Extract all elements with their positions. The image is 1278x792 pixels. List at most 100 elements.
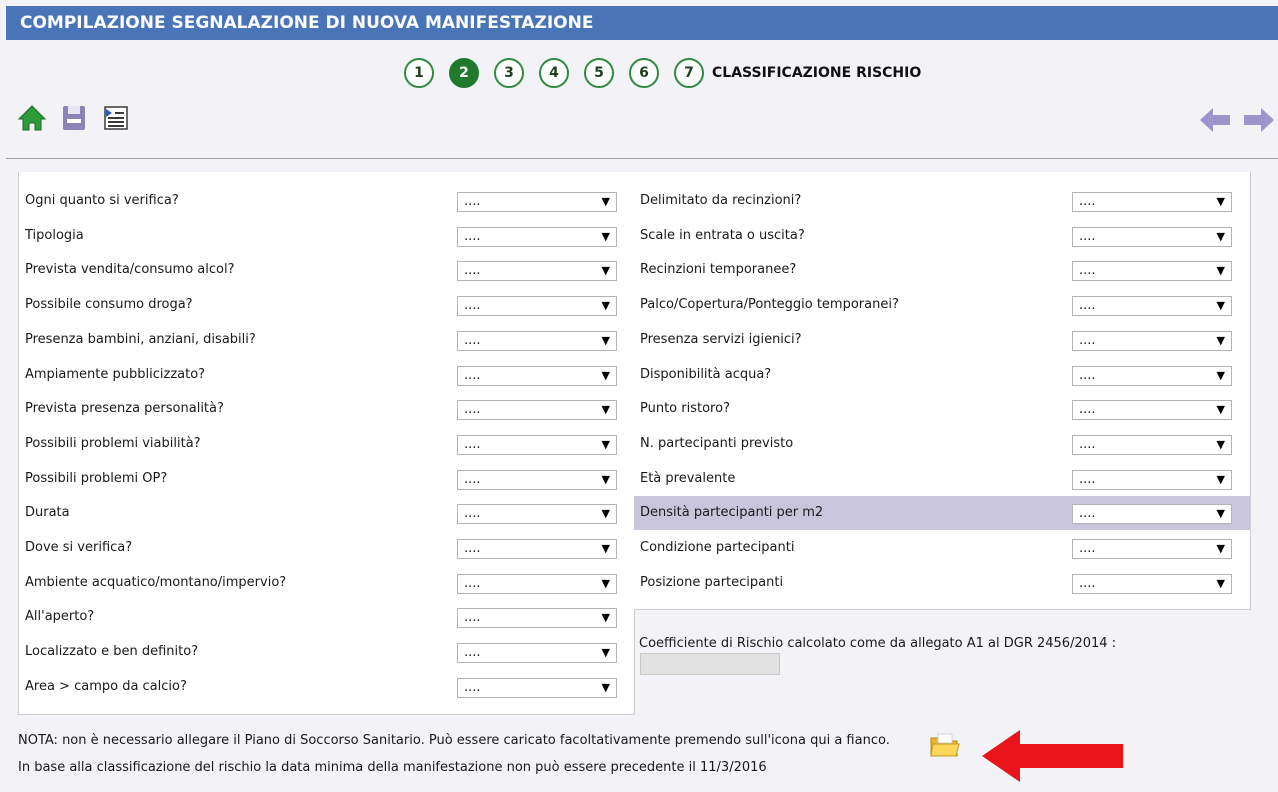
field-label: Punto ristoro? [640, 401, 730, 417]
select-value: .... [1079, 506, 1096, 522]
chevron-down-icon: ▼ [1216, 299, 1225, 313]
field-select[interactable]: .... ▼ [457, 469, 617, 490]
chevron-down-icon: ▼ [601, 576, 610, 590]
field-select[interactable]: .... ▼ [457, 365, 617, 386]
form-row: Prevista presenza personalità?.... ▼ [19, 392, 634, 426]
field-select[interactable]: .... ▼ [1072, 573, 1232, 594]
field-select[interactable]: .... ▼ [457, 226, 617, 247]
field-label: Delimitato da recinzioni? [640, 193, 802, 208]
select-value: .... [464, 402, 481, 418]
annotation-arrow-icon [982, 730, 1123, 782]
field-select[interactable]: .... ▼ [1072, 365, 1232, 386]
step-7[interactable]: 7 [674, 58, 704, 88]
select-value: .... [1079, 367, 1096, 383]
form-row: Scale in entrata o uscita?.... ▼ [634, 219, 1250, 253]
field-label: Età prevalente [640, 470, 736, 486]
field-select[interactable]: .... ▼ [457, 296, 617, 317]
select-value: .... [464, 298, 481, 314]
select-value: .... [464, 645, 481, 661]
select-value: .... [464, 367, 481, 383]
field-label: Ampiamente pubblicizzato? [25, 366, 206, 382]
form-row: Ampiamente pubblicizzato? .... ▼ [19, 358, 634, 392]
field-select[interactable]: .... ▼ [1072, 226, 1232, 247]
select-value: .... [1079, 575, 1096, 591]
field-select[interactable]: .... ▼ [1072, 261, 1232, 282]
field-select[interactable]: .... ▼ [457, 608, 617, 629]
field-select[interactable]: .... ▼ [457, 643, 617, 664]
form-row: All'aperto?.... ▼ [19, 600, 634, 634]
form-row: Durata.... ▼ [19, 496, 634, 530]
chevron-down-icon: ▼ [601, 403, 610, 417]
field-select[interactable]: .... ▼ [457, 192, 617, 212]
select-value: .... [1079, 471, 1096, 487]
chevron-down-icon: ▼ [1216, 472, 1225, 486]
arrow-left-icon[interactable] [1200, 108, 1230, 132]
step-3[interactable]: 3 [494, 58, 524, 88]
field-label: Disponibilità acqua? [640, 366, 772, 382]
field-select[interactable]: .... ▼ [1072, 400, 1232, 421]
field-label: N. partecipanti previsto [640, 435, 794, 451]
save-icon[interactable] [60, 104, 88, 132]
step-5[interactable]: 5 [584, 58, 614, 88]
select-value: .... [1079, 263, 1096, 279]
select-value: .... [1079, 402, 1096, 418]
field-label: Prevista vendita/consumo alcol? [25, 262, 235, 278]
form-left-column: Ogni quanto si verifica?.... ▼ Tipologia..… [18, 172, 635, 715]
field-label: Possibile consumo droga? [25, 297, 193, 313]
chevron-down-icon: ▼ [1216, 195, 1225, 208]
field-select[interactable]: .... ▼ [1072, 504, 1232, 525]
chevron-down-icon: ▼ [1216, 507, 1225, 521]
chevron-down-icon: ▼ [1216, 333, 1225, 347]
form-row: Presenza servizi igienici? .... ▼ [634, 323, 1250, 357]
form-row: Densità partecipanti per m2.... ▼ [634, 496, 1250, 531]
select-value: .... [464, 194, 481, 209]
field-label: Tipologia [25, 227, 84, 243]
select-value: .... [464, 506, 481, 522]
form-row: Ambiente acquatico/montano/impervio?....… [19, 566, 634, 600]
field-select[interactable]: .... ▼ [1072, 192, 1232, 212]
field-select[interactable]: .... ▼ [1072, 330, 1232, 351]
field-select[interactable]: .... ▼ [457, 539, 617, 559]
select-value: .... [464, 332, 481, 348]
select-value: .... [1079, 436, 1096, 452]
home-icon[interactable] [18, 104, 46, 132]
form-row: Area > campo da calcio?.... ▼ [19, 670, 634, 704]
coefficient-field [640, 653, 780, 675]
select-value: .... [464, 228, 481, 244]
chevron-down-icon: ▼ [601, 195, 610, 208]
field-select[interactable]: .... ▼ [457, 330, 617, 351]
field-label: Densità partecipanti per m2 [640, 505, 824, 521]
form-row: Ogni quanto si verifica?.... ▼ [19, 184, 634, 218]
field-label: Possibili problemi viabilità? [25, 435, 201, 451]
chevron-down-icon: ▼ [1216, 403, 1225, 417]
field-select[interactable]: .... ▼ [457, 400, 617, 421]
field-select[interactable]: .... ▼ [1072, 296, 1232, 317]
step-2[interactable]: 2 [449, 58, 479, 88]
field-select[interactable]: .... ▼ [457, 504, 617, 525]
field-label: Posizione partecipanti [640, 574, 784, 590]
step-4[interactable]: 4 [539, 58, 569, 88]
step-1[interactable]: 1 [404, 58, 434, 88]
chevron-down-icon: ▼ [601, 264, 610, 278]
folder-upload-icon[interactable] [929, 731, 961, 759]
field-select[interactable]: .... ▼ [1072, 434, 1232, 455]
field-label: Presenza servizi igienici? [640, 331, 802, 347]
export-icon[interactable] [102, 104, 130, 132]
select-value: .... [464, 575, 481, 591]
step-6[interactable]: 6 [629, 58, 659, 88]
form-row: Punto ristoro?.... ▼ [634, 392, 1250, 426]
form-row: Dove si verifica? .... ▼ [19, 531, 634, 565]
field-select[interactable]: .... ▼ [457, 434, 617, 455]
field-select[interactable]: .... ▼ [1072, 469, 1232, 490]
chevron-down-icon: ▼ [601, 680, 610, 694]
field-select[interactable]: .... ▼ [457, 261, 617, 282]
field-select[interactable]: .... ▼ [457, 677, 617, 698]
field-select[interactable]: .... ▼ [457, 573, 617, 594]
field-label: Dove si verifica? [25, 540, 133, 555]
chevron-down-icon: ▼ [601, 229, 610, 243]
field-select[interactable]: .... ▼ [1072, 539, 1232, 559]
chevron-down-icon: ▼ [1216, 437, 1225, 451]
field-label: Ambiente acquatico/montano/impervio? [25, 574, 287, 590]
arrow-right-icon[interactable] [1244, 108, 1274, 132]
form-row: Possibili problemi viabilità? .... ▼ [19, 427, 634, 461]
